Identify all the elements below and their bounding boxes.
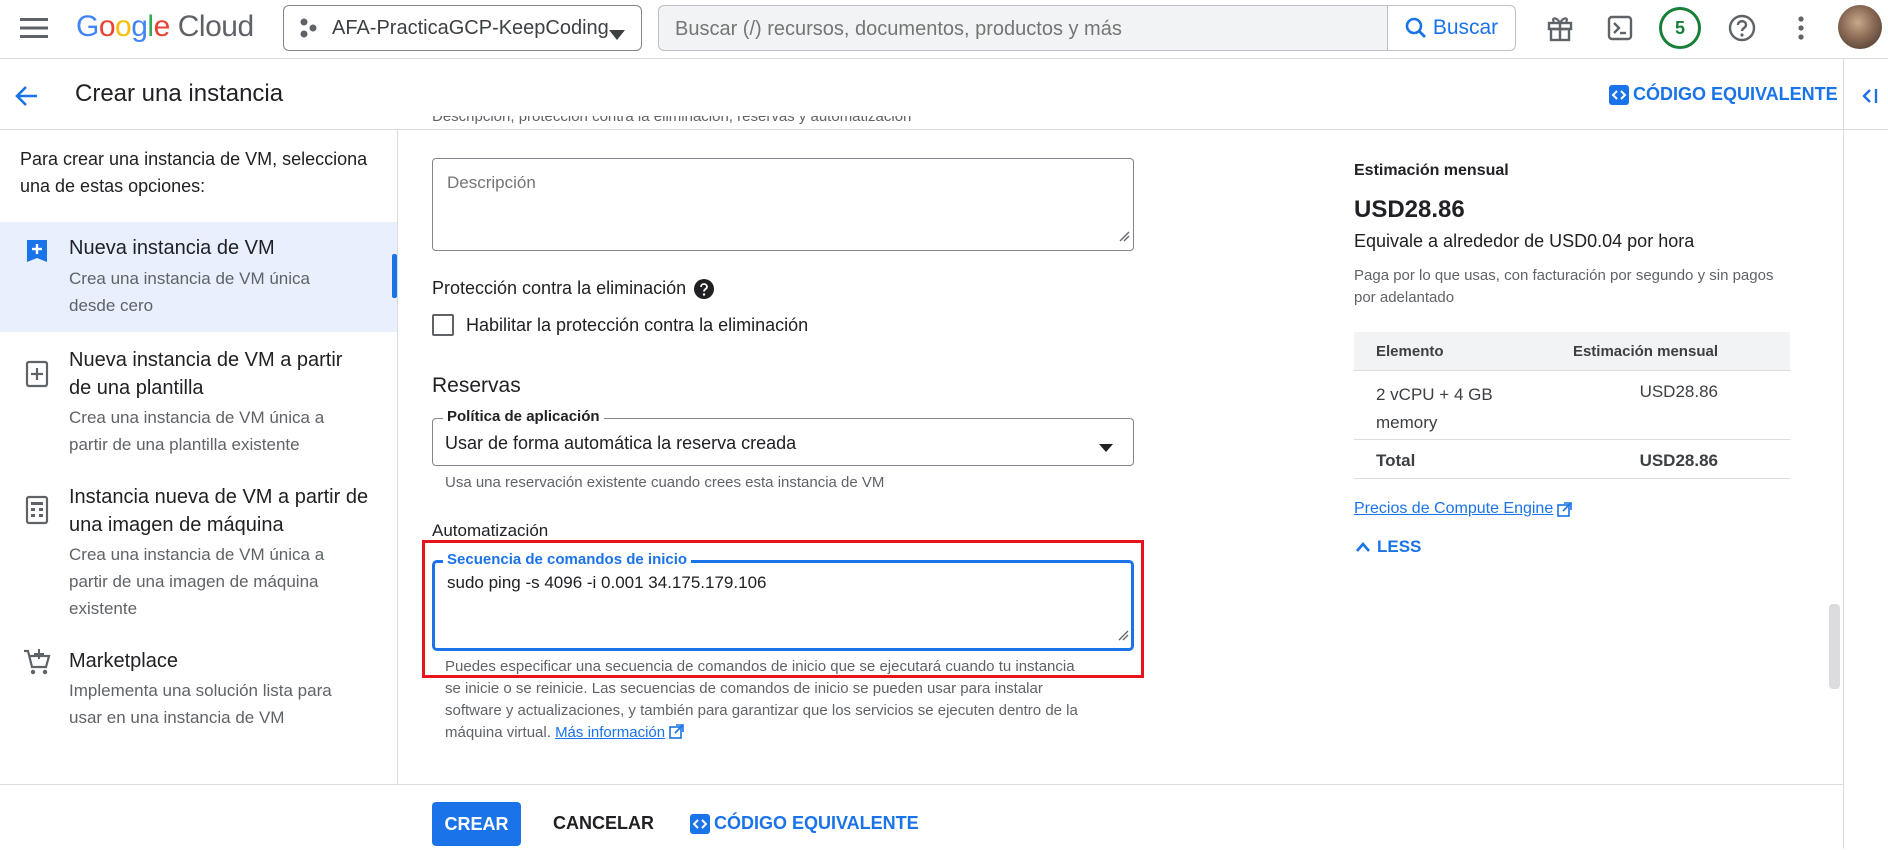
chevron-up-icon <box>1355 541 1371 553</box>
policy-hint: Usa una reservación existente cuando cre… <box>445 474 885 491</box>
less-toggle[interactable]: LESS <box>1355 537 1421 557</box>
menu-icon[interactable] <box>16 12 52 44</box>
cost-table-row: 2 vCPU + 4 GB memory USD28.86 <box>1354 371 1790 440</box>
cancel-button[interactable]: CANCELAR <box>553 813 654 834</box>
bottom-action-bar <box>0 784 1843 850</box>
search-input[interactable] <box>673 14 1337 44</box>
project-name: AFA-PracticaGCP-KeepCoding <box>332 16 609 39</box>
scrollbar-thumb[interactable] <box>1829 604 1840 689</box>
option-desc: Crea una instancia de VM única a partir … <box>69 545 325 618</box>
code-icon <box>1609 84 1629 105</box>
option-vm-from-template[interactable]: Nueva instancia de VM a partir de una pl… <box>0 344 397 464</box>
search-button[interactable]: Buscar <box>1387 6 1515 50</box>
cart-icon <box>22 647 52 682</box>
project-selector[interactable]: AFA-PracticaGCP-KeepCoding <box>283 5 642 51</box>
collapse-panel-icon[interactable] <box>1856 82 1884 110</box>
pricing-total: USD28.86 <box>1354 196 1465 223</box>
option-title: Instancia nueva de VM a partir de una im… <box>69 486 369 536</box>
policy-value: Usar de forma automática la reserva crea… <box>445 433 797 453</box>
right-divider <box>1843 59 1844 849</box>
gift-icon[interactable] <box>1542 10 1578 46</box>
search-icon <box>1405 17 1427 39</box>
template-add-icon <box>25 360 49 393</box>
external-link-icon <box>1557 501 1573 517</box>
option-marketplace[interactable]: Marketplace Implementa una solución list… <box>0 647 397 737</box>
help-icon[interactable] <box>1724 10 1760 46</box>
option-desc: Crea una instancia de VM única a partir … <box>69 408 325 454</box>
pricing-note: Paga por lo que usas, con facturación po… <box>1354 267 1774 306</box>
deletion-protection-row: Habilitar la protección contra la elimin… <box>432 314 808 336</box>
option-title: Nueva instancia de VM <box>69 237 275 259</box>
add-box-icon <box>25 238 49 269</box>
option-vm-from-machine-image[interactable]: Instancia nueva de VM a partir de una im… <box>0 481 397 621</box>
search-bar: Buscar <box>658 5 1516 51</box>
startup-script-field: Secuencia de comandos de inicio sudo pin… <box>432 551 1134 651</box>
deletion-protection-checkbox[interactable] <box>432 314 454 336</box>
pricing-heading: Estimación mensual <box>1354 162 1509 179</box>
more-vert-icon[interactable] <box>1786 10 1816 46</box>
startup-script-label: Secuencia de comandos de inicio <box>443 551 692 568</box>
chevron-down-icon <box>609 23 625 46</box>
code-icon <box>690 813 710 834</box>
policy-select[interactable]: Política de aplicación Usar de forma aut… <box>432 408 1134 466</box>
page-title: Crear una instancia <box>75 80 284 107</box>
cost-table: Elemento Estimación mensual 2 vCPU + 4 G… <box>1354 332 1790 479</box>
notifications-badge[interactable]: 5 <box>1659 7 1701 49</box>
create-button[interactable]: CREAR <box>432 802 521 846</box>
section-subtitle-truncated: Descripción, protección contra la elimin… <box>432 116 912 125</box>
google-cloud-logo[interactable]: Google Cloud <box>76 10 254 44</box>
machine-image-icon <box>25 495 49 530</box>
deletion-protection-heading: Protección contra la eliminación <box>432 278 715 299</box>
startup-script-hint: Puedes especificar una secuencia de coma… <box>445 658 1078 741</box>
avatar[interactable] <box>1838 5 1882 49</box>
resize-handle-icon[interactable] <box>1117 628 1129 646</box>
policy-label: Política de aplicación <box>443 408 604 425</box>
description-input[interactable] <box>445 171 1109 235</box>
terminal-icon[interactable] <box>1602 10 1638 46</box>
automation-heading: Automatización <box>432 521 549 540</box>
dropdown-arrow-icon <box>1099 439 1113 457</box>
external-link-icon <box>669 724 685 739</box>
cost-table-total-row: Total USD28.86 <box>1354 440 1790 479</box>
bottom-equivalent-code-button[interactable]: CÓDIGO EQUIVALENTE <box>690 813 919 834</box>
option-desc: Implementa una solución lista para usar … <box>69 681 332 727</box>
compute-pricing-link[interactable]: Precios de Compute Engine <box>1354 500 1573 518</box>
selected-indicator <box>392 254 397 298</box>
startup-script-input[interactable]: sudo ping -s 4096 -i 0.001 34.175.179.10… <box>445 571 1109 635</box>
description-field <box>432 158 1134 251</box>
option-desc: Crea una instancia de VM única desde cer… <box>69 269 310 315</box>
project-icon <box>298 17 318 39</box>
checkbox-label: Habilitar la protección contra la elimin… <box>466 314 809 335</box>
option-title: Marketplace <box>69 650 178 672</box>
back-arrow-icon[interactable] <box>10 80 42 112</box>
reservations-heading: Reservas <box>432 374 521 397</box>
resize-handle-icon[interactable] <box>1118 229 1130 247</box>
header-equivalent-code-button[interactable]: CÓDIGO EQUIVALENTE <box>1609 84 1838 105</box>
option-title: Nueva instancia de VM a partir de una pl… <box>69 349 343 399</box>
cost-table-header: Elemento Estimación mensual <box>1354 332 1790 371</box>
more-info-link[interactable]: Más información <box>555 724 665 741</box>
options-intro: Para crear una instancia de VM, seleccio… <box>20 149 368 196</box>
pricing-hourly: Equivale a alrededor de USD0.04 por hora <box>1354 231 1695 251</box>
option-new-vm[interactable]: Nueva instancia de VM Crea una instancia… <box>0 222 397 332</box>
help-circle-icon[interactable] <box>694 278 715 299</box>
